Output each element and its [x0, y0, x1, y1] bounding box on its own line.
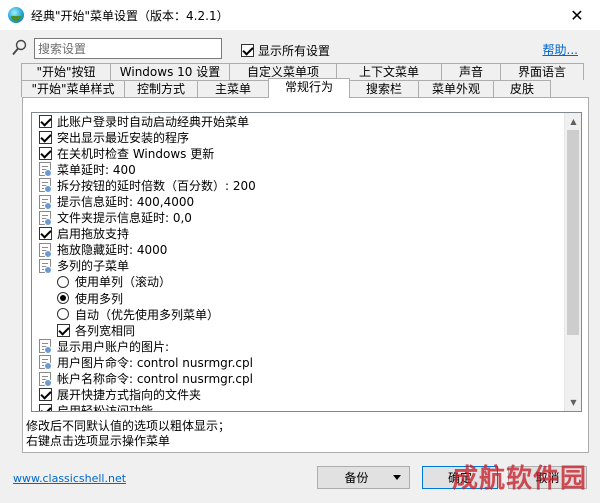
setting-doc-icon [38, 339, 52, 355]
setting-label: 用户图片命令: control nusrmgr.cpl [57, 355, 253, 370]
setting-label: 拆分按钮的延时倍数（百分数）: 200 [57, 178, 256, 193]
scroll-thumb[interactable] [567, 130, 579, 335]
scroll-down-arrow-icon[interactable]: ▼ [565, 394, 581, 411]
setting-row[interactable]: 启用轻松访问功能 [32, 403, 565, 411]
search-input[interactable] [34, 38, 222, 59]
ok-label: 确定 [447, 471, 472, 485]
setting-doc-icon [38, 210, 52, 226]
scroll-up-arrow-icon[interactable]: ▲ [565, 113, 581, 130]
settings-list-items: 此账户登录时自动启动经典开始菜单 突出显示最近安装的程序 在关机时检查 Window… [32, 113, 565, 411]
setting-row[interactable]: 帐户名称命令: control nusrmgr.cpl [32, 371, 565, 387]
setting-row[interactable]: 提示信息延时: 400,4000 [32, 193, 565, 210]
title-bar: 经典"开始"菜单设置（版本：4.2.1） ✕ [0, 0, 600, 30]
setting-label: 拖放隐藏延时: 4000 [57, 243, 168, 258]
window-title: 经典"开始"菜单设置（版本：4.2.1） [31, 8, 229, 23]
dropdown-caret-icon [393, 475, 401, 480]
setting-row[interactable]: 突出显示最近安装的程序 [32, 129, 565, 145]
tab-row2-0[interactable]: "开始"菜单样式 [21, 80, 125, 97]
show-all-checkbox[interactable] [241, 44, 254, 57]
tab-row2-3[interactable]: 常规行为 [268, 78, 350, 98]
setting-label: 帐户名称命令: control nusrmgr.cpl [57, 372, 253, 387]
setting-row[interactable]: 用户图片命令: control nusrmgr.cpl [32, 354, 565, 371]
setting-label: 启用轻松访问功能 [57, 402, 153, 411]
hint-right-click: 右键点击选项显示操作菜单 [26, 434, 171, 448]
setting-checkbox[interactable] [38, 388, 52, 402]
website-link[interactable]: www.classicshell.net [13, 472, 126, 485]
setting-doc-icon [38, 242, 52, 258]
setting-checkbox[interactable] [56, 323, 70, 337]
tab-row1-0[interactable]: "开始"按钮 [21, 63, 111, 80]
setting-row[interactable]: 展开快捷方式指向的文件夹 [32, 387, 565, 403]
backup-label: 备份 [344, 471, 369, 485]
tab-row1-4[interactable]: 声音 [441, 63, 501, 80]
setting-label: 启用拖放支持 [57, 227, 130, 242]
show-all-label: 显示所有设置 [258, 44, 331, 58]
setting-row[interactable]: 拆分按钮的延时倍数（百分数）: 200 [32, 177, 565, 194]
setting-checkbox[interactable] [38, 114, 52, 128]
setting-label: 多列的子菜单 [57, 259, 130, 274]
backup-button[interactable]: 备份 [317, 466, 410, 489]
tab-row1-5[interactable]: 界面语言 [500, 63, 584, 80]
search-icon [12, 39, 27, 56]
setting-label: 显示用户账户的图片: [57, 339, 170, 354]
setting-row[interactable]: 拖放隐藏延时: 4000 [32, 242, 565, 258]
help-link[interactable]: 帮助... [543, 41, 578, 58]
tab-row1-1[interactable]: Windows 10 设置 [110, 63, 230, 80]
setting-label: 各列宽相同 [75, 323, 136, 338]
setting-label: 文件夹提示信息延时: 0,0 [57, 211, 192, 226]
setting-checkbox[interactable] [38, 130, 52, 144]
settings-scrollbar[interactable]: ▲ ▼ [564, 113, 581, 411]
setting-radio[interactable] [56, 291, 70, 305]
cancel-label: 取消 [535, 471, 560, 485]
ok-button[interactable]: 确定 [422, 466, 498, 489]
setting-label: 在关机时检查 Windows 更新 [57, 146, 215, 161]
tab-row-bottom: "开始"菜单样式 控制方式 主菜单 常规行为 搜索栏 菜单外观 皮肤 [21, 78, 551, 98]
setting-row[interactable]: 自动（优先使用多列菜单） [32, 306, 565, 322]
setting-doc-icon [38, 194, 52, 210]
setting-label: 菜单延时: 400 [57, 162, 136, 177]
setting-radio[interactable] [56, 275, 70, 289]
setting-doc-icon [38, 355, 52, 371]
tab-row1-3[interactable]: 上下文菜单 [336, 63, 442, 80]
setting-label: 展开快捷方式指向的文件夹 [57, 388, 202, 403]
setting-radio[interactable] [56, 307, 70, 321]
setting-row[interactable]: 各列宽相同 [32, 322, 565, 338]
setting-row[interactable]: 文件夹提示信息延时: 0,0 [32, 210, 565, 226]
setting-label: 突出显示最近安装的程序 [57, 130, 190, 145]
setting-row[interactable]: 多列的子菜单 [32, 258, 565, 274]
setting-checkbox[interactable] [38, 146, 52, 160]
setting-label: 此账户登录时自动启动经典开始菜单 [57, 114, 250, 129]
setting-doc-icon [38, 162, 52, 178]
tab-row2-2[interactable]: 主菜单 [197, 80, 269, 97]
setting-row[interactable]: 菜单延时: 400 [32, 161, 565, 178]
setting-checkbox[interactable] [38, 227, 52, 241]
setting-row[interactable]: 启用拖放支持 [32, 226, 565, 242]
setting-doc-icon [38, 178, 52, 194]
classic-shell-icon [8, 7, 24, 23]
cancel-button[interactable]: 取消 [508, 466, 587, 489]
setting-row[interactable]: 使用单列（滚动） [32, 274, 565, 290]
close-button[interactable]: ✕ [554, 0, 600, 30]
setting-row[interactable]: 使用多列 [32, 290, 565, 306]
tab-row2-5[interactable]: 菜单外观 [418, 80, 494, 97]
setting-label: 提示信息延时: 400,4000 [57, 195, 195, 210]
setting-doc-icon [38, 371, 52, 387]
setting-checkbox[interactable] [38, 404, 52, 411]
setting-row[interactable]: 显示用户账户的图片: [32, 338, 565, 355]
show-all-settings-toggle[interactable]: 显示所有设置 [241, 42, 330, 59]
setting-row[interactable]: 在关机时检查 Windows 更新 [32, 145, 565, 161]
tab-row2-6[interactable]: 皮肤 [493, 80, 551, 97]
setting-label: 自动（优先使用多列菜单） [75, 307, 220, 322]
tab-row2-4[interactable]: 搜索栏 [349, 80, 419, 97]
setting-label: 使用单列（滚动） [75, 275, 172, 290]
setting-doc-icon [38, 258, 52, 274]
tab-panel-general-behavior: 此账户登录时自动启动经典开始菜单 突出显示最近安装的程序 在关机时检查 Window… [22, 97, 589, 453]
search-row: 显示所有设置 帮助... [0, 36, 600, 62]
setting-label: 使用多列 [75, 291, 124, 306]
settings-list: 此账户登录时自动启动经典开始菜单 突出显示最近安装的程序 在关机时检查 Window… [31, 112, 582, 412]
setting-row[interactable]: 此账户登录时自动启动经典开始菜单 [32, 113, 565, 129]
tab-row2-1[interactable]: 控制方式 [124, 80, 198, 97]
